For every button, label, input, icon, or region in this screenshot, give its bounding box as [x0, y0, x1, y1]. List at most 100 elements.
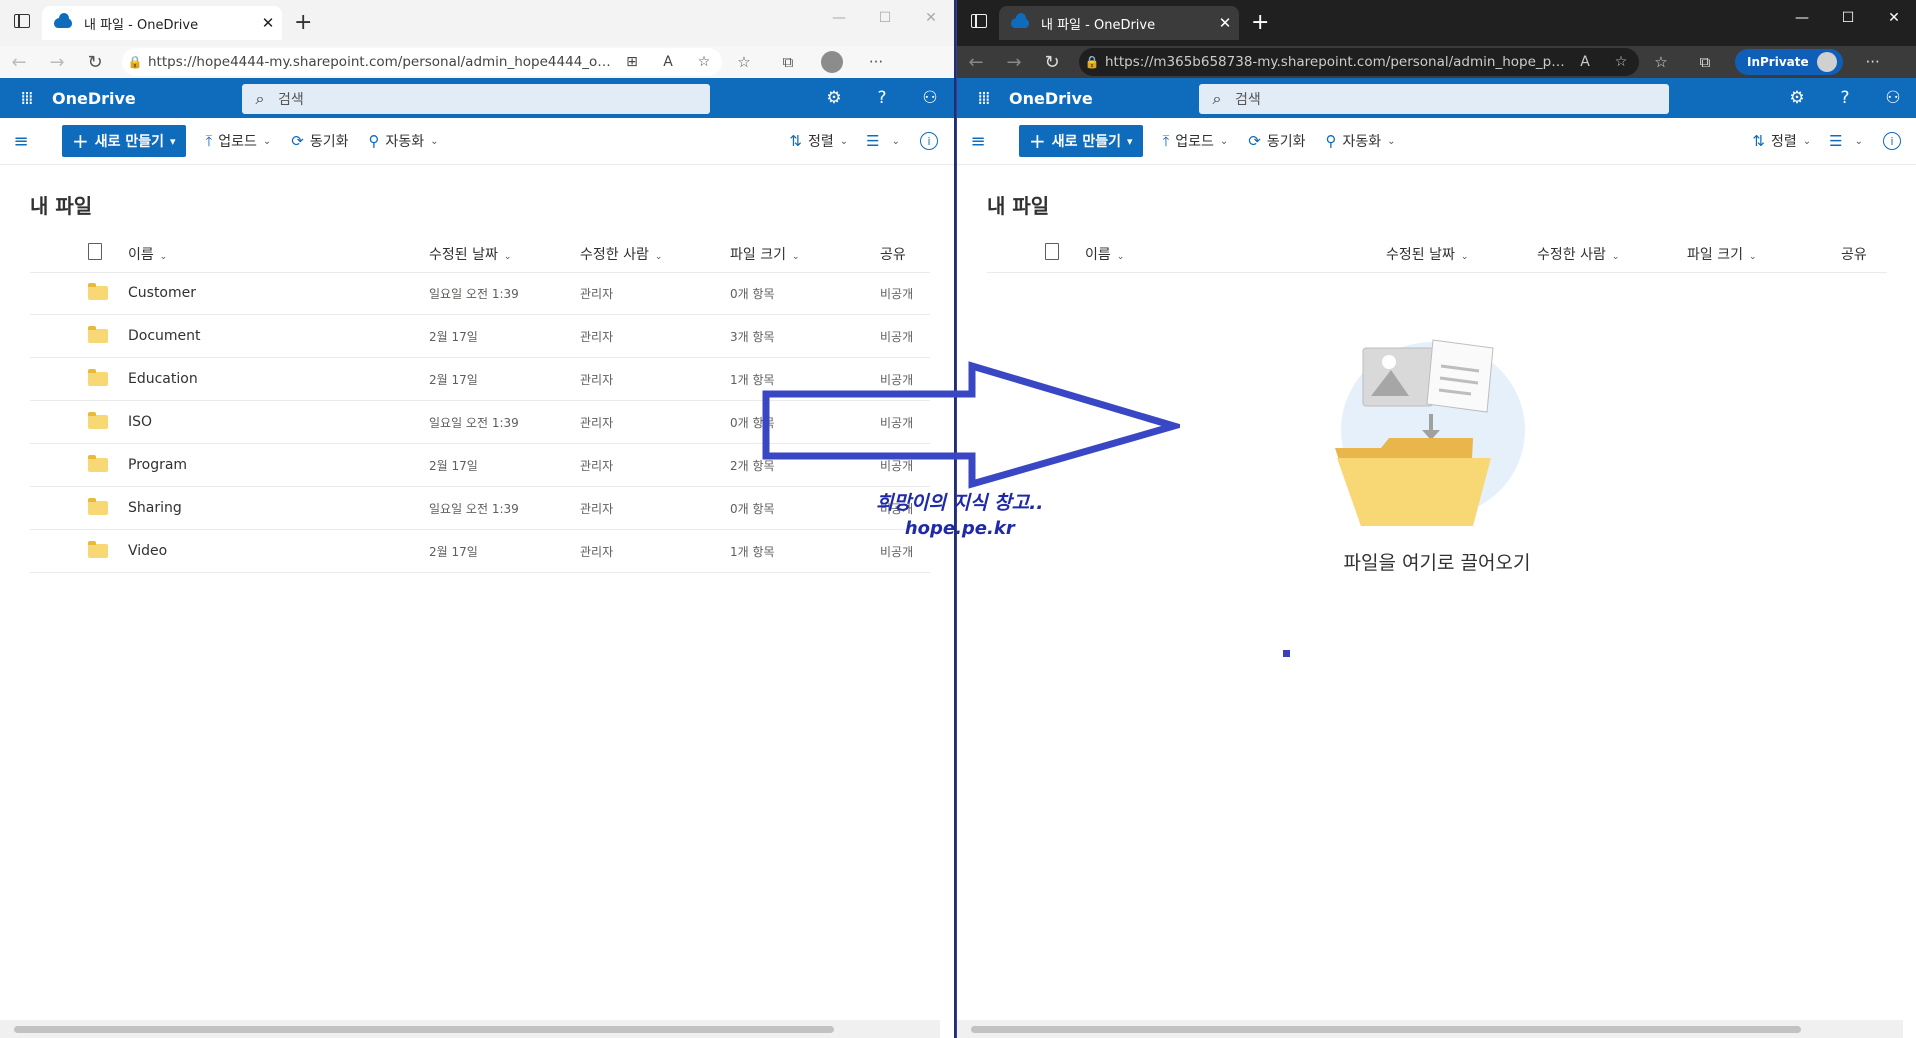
file-type-icon[interactable]: [88, 243, 102, 260]
info-icon[interactable]: i: [920, 132, 938, 150]
file-name[interactable]: Document: [128, 328, 201, 344]
horizontal-scrollbar[interactable]: [0, 1020, 940, 1038]
person-icon[interactable]: ⚇: [906, 78, 954, 118]
column-name[interactable]: 이름 ⌄: [1085, 244, 1124, 264]
column-modified-by[interactable]: 수정한 사람 ⌄: [580, 244, 662, 264]
favorites-icon[interactable]: ☆: [722, 53, 766, 71]
inprivate-badge[interactable]: InPrivate: [1735, 49, 1843, 75]
new-button[interactable]: + 새로 만들기 ▾: [1019, 125, 1143, 157]
tab-actions-icon[interactable]: [14, 14, 30, 28]
browser-window-left: 내 파일 - OneDrive ✕ + — ☐ ✕ ← → ↻ 🔒 https:…: [0, 0, 955, 1038]
column-name[interactable]: 이름 ⌄: [128, 244, 167, 264]
url-field[interactable]: 🔒 https://m365b658738-my.sharepoint.com/…: [1079, 48, 1639, 76]
new-button[interactable]: + 새로 만들기 ▾: [62, 125, 186, 157]
add-favorite-icon[interactable]: ☆: [686, 54, 722, 70]
column-modified[interactable]: 수정된 날짜 ⌄: [1386, 244, 1468, 264]
close-window-icon[interactable]: ✕: [908, 0, 954, 36]
minimize-icon[interactable]: —: [816, 0, 862, 36]
file-name[interactable]: Video: [128, 543, 167, 559]
maximize-icon[interactable]: ☐: [862, 0, 908, 36]
view-options-button[interactable]: ☰ ⌄: [866, 132, 900, 150]
gear-icon[interactable]: ⚙: [1773, 78, 1821, 118]
table-row[interactable]: Sharing 일요일 오전 1:39 관리자 0개 항목 비공개: [30, 487, 930, 530]
refresh-icon[interactable]: ↻: [76, 52, 114, 73]
file-name[interactable]: ISO: [128, 414, 152, 430]
back-icon[interactable]: ←: [0, 52, 38, 73]
column-modified-by[interactable]: 수정한 사람 ⌄: [1537, 244, 1619, 264]
column-sharing[interactable]: 공유: [1841, 244, 1867, 264]
more-icon[interactable]: ···: [1851, 53, 1895, 71]
folder-icon: [88, 412, 108, 429]
file-name[interactable]: Sharing: [128, 500, 182, 516]
hamburger-icon[interactable]: ≡: [957, 131, 999, 152]
file-name[interactable]: Customer: [128, 285, 196, 301]
table-row[interactable]: Document 2월 17일 관리자 3개 항목 비공개: [30, 315, 930, 358]
person-icon[interactable]: ⚇: [1869, 78, 1916, 118]
column-size[interactable]: 파일 크기 ⌄: [1687, 244, 1757, 264]
collections-icon[interactable]: ⧉: [1683, 53, 1727, 71]
refresh-icon[interactable]: ↻: [1033, 52, 1071, 73]
close-window-icon[interactable]: ✕: [1871, 0, 1916, 36]
tab-close-icon[interactable]: ✕: [1211, 14, 1239, 32]
maximize-icon[interactable]: ☐: [1825, 0, 1871, 36]
file-name[interactable]: Program: [128, 457, 187, 473]
read-aloud-icon[interactable]: A: [1567, 54, 1603, 70]
profile-avatar[interactable]: [821, 51, 843, 73]
app-name[interactable]: OneDrive: [1009, 89, 1199, 108]
sort-button[interactable]: ⇅ 정렬 ⌄: [789, 131, 848, 151]
help-icon[interactable]: ?: [1821, 78, 1869, 118]
automate-button[interactable]: ⚲ 자동화 ⌄: [368, 131, 438, 151]
upload-button[interactable]: ⤒ 업로드 ⌄: [206, 131, 272, 151]
hamburger-icon[interactable]: ≡: [0, 131, 42, 152]
scrollbar-thumb[interactable]: [971, 1026, 1801, 1033]
info-icon[interactable]: i: [1883, 132, 1901, 150]
column-modified[interactable]: 수정된 날짜 ⌄: [429, 244, 511, 264]
read-aloud-icon[interactable]: A: [650, 54, 686, 70]
forward-icon[interactable]: →: [38, 52, 76, 73]
column-size[interactable]: 파일 크기 ⌄: [730, 244, 800, 264]
search-input[interactable]: ⌕ 검색: [242, 84, 710, 114]
gear-icon[interactable]: ⚙: [810, 78, 858, 118]
add-favorite-icon[interactable]: ☆: [1603, 54, 1639, 70]
table-row[interactable]: Customer 일요일 오전 1:39 관리자 0개 항목 비공개: [30, 272, 930, 315]
table-row[interactable]: Video 2월 17일 관리자 1개 항목 비공개: [30, 530, 930, 573]
upload-button[interactable]: ⤒ 업로드 ⌄: [1163, 131, 1229, 151]
browser-tab[interactable]: 내 파일 - OneDrive ✕: [42, 6, 282, 40]
scrollbar-thumb[interactable]: [14, 1026, 834, 1033]
waffle-icon[interactable]: ⁞⁞⁞: [0, 88, 52, 109]
help-icon[interactable]: ?: [858, 78, 906, 118]
app-name[interactable]: OneDrive: [52, 89, 242, 108]
url-field[interactable]: 🔒 https://hope4444-my.sharepoint.com/per…: [122, 48, 722, 76]
new-tab-icon[interactable]: +: [1251, 10, 1269, 35]
back-icon[interactable]: ←: [957, 52, 995, 73]
app-available-icon[interactable]: ⊞: [614, 54, 650, 70]
sync-button[interactable]: ⟳ 동기화: [1248, 131, 1305, 151]
arrow-shape: [762, 361, 1180, 489]
browser-tab[interactable]: 내 파일 - OneDrive ✕: [999, 6, 1239, 40]
view-options-button[interactable]: ☰ ⌄: [1829, 132, 1863, 150]
lock-icon[interactable]: 🔒: [122, 55, 148, 69]
favorites-icon[interactable]: ☆: [1639, 53, 1683, 71]
horizontal-scrollbar[interactable]: [957, 1020, 1903, 1038]
forward-icon[interactable]: →: [995, 52, 1033, 73]
search-input[interactable]: ⌕ 검색: [1199, 84, 1669, 114]
automate-button[interactable]: ⚲ 자동화 ⌄: [1325, 131, 1395, 151]
modified-date: 일요일 오전 1:39: [429, 416, 519, 430]
minimize-icon[interactable]: —: [1779, 0, 1825, 36]
sun-shape: [1382, 355, 1396, 369]
collections-icon[interactable]: ⧉: [766, 53, 810, 71]
inprivate-label: InPrivate: [1747, 55, 1809, 69]
lock-icon[interactable]: 🔒: [1079, 55, 1105, 69]
more-icon[interactable]: ···: [854, 53, 898, 71]
sort-button[interactable]: ⇅ 정렬 ⌄: [1752, 131, 1811, 151]
waffle-icon[interactable]: ⁞⁞⁞: [957, 88, 1009, 109]
window-controls: — ☐ ✕: [816, 0, 954, 36]
file-name[interactable]: Education: [128, 371, 198, 387]
column-sharing[interactable]: 공유: [880, 244, 906, 264]
tab-actions-icon[interactable]: [971, 14, 987, 28]
sync-button[interactable]: ⟳ 동기화: [291, 131, 348, 151]
new-tab-icon[interactable]: +: [294, 10, 312, 35]
page-title: 내 파일: [987, 194, 1050, 218]
file-type-icon[interactable]: [1045, 243, 1059, 260]
tab-close-icon[interactable]: ✕: [254, 14, 282, 32]
